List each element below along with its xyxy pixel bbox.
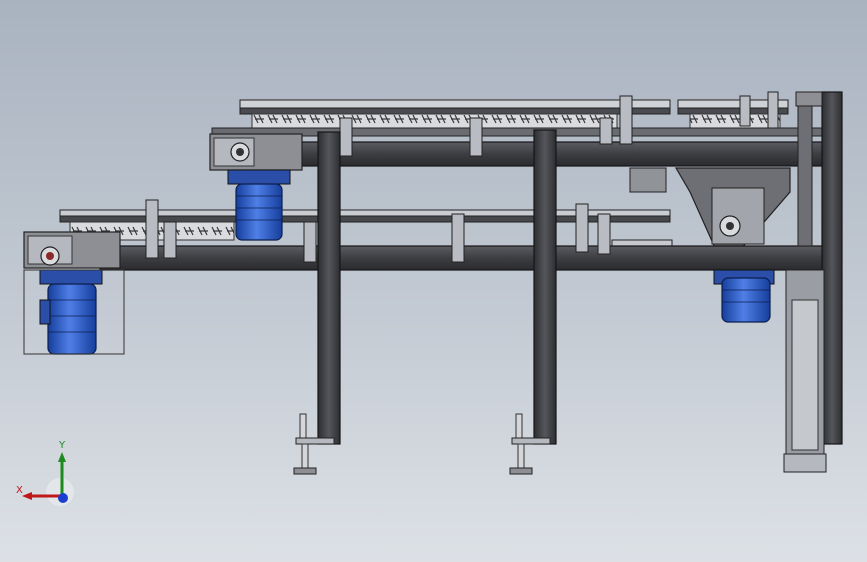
motor-upper[interactable] xyxy=(227,169,291,241)
y-axis-label: Y xyxy=(59,440,66,451)
motor-lower-left[interactable] xyxy=(23,269,125,355)
upper-conveyor[interactable] xyxy=(209,91,825,171)
support-leg-left[interactable] xyxy=(317,131,341,445)
support-leg-middle[interactable] xyxy=(533,129,557,445)
x-axis-label: X xyxy=(16,485,23,496)
orientation-triad[interactable]: Y X xyxy=(14,440,74,510)
conveyor-assembly-model[interactable] xyxy=(0,0,867,562)
cad-viewport[interactable]: Y X xyxy=(0,0,867,562)
motor-right[interactable] xyxy=(713,269,775,323)
